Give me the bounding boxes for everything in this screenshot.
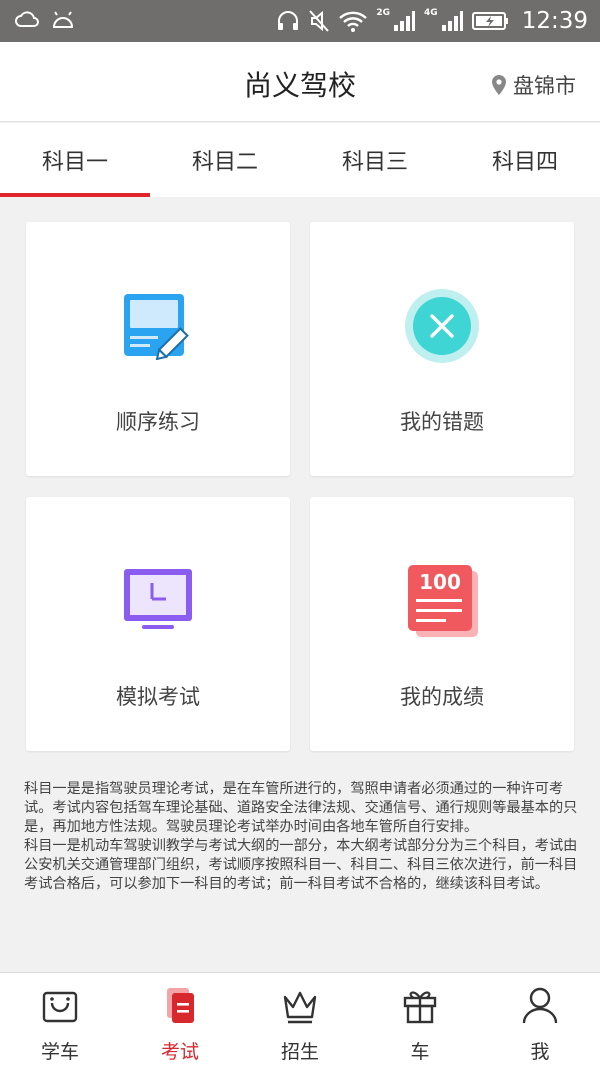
score-badge: 100 (419, 570, 461, 594)
wifi-icon (339, 11, 368, 32)
network-4g-label: 4G (424, 8, 438, 18)
shopping-bag-icon (42, 991, 78, 1023)
exam-papers-icon (167, 988, 194, 1023)
signal-icon (441, 11, 463, 31)
headphones-icon (278, 11, 299, 30)
mock-exam-card[interactable]: 模拟考试 (26, 497, 290, 751)
nav-label: 招生 (280, 1041, 319, 1063)
gift-box-icon (403, 991, 437, 1024)
order-practice-card[interactable]: 顺序练习 (26, 222, 290, 476)
subject-description: 科目一是是指驾驶员理论考试，是在车管所进行的，驾照申请者必须通过的一种许可考试。… (24, 780, 580, 894)
tab-label: 科目一 (41, 150, 108, 175)
card-label: 我的错题 (400, 410, 484, 434)
card-label: 我的成绩 (400, 685, 484, 709)
nav-label: 我 (530, 1041, 550, 1063)
tab-label: 科目四 (491, 150, 558, 175)
city-label: 盘锦市 (513, 74, 576, 98)
nav-item-car[interactable]: 车 (360, 973, 480, 1067)
nav-label: 考试 (160, 1041, 199, 1063)
nav-label: 车 (410, 1041, 430, 1063)
monitor-clock-icon (124, 569, 192, 629)
card-label: 顺序练习 (116, 410, 200, 434)
nav-item-exam[interactable]: 考试 (120, 973, 240, 1067)
score-sheet-icon: 100 (408, 565, 478, 637)
clock: 12:39 (521, 8, 588, 34)
app-header: 尚义驾校 盘锦市 (0, 42, 600, 122)
android-icon (52, 11, 74, 28)
tab-subject-4[interactable]: 科目四 (450, 123, 600, 197)
cloud-icon (15, 11, 39, 27)
nav-item-recruit[interactable]: 招生 (240, 973, 360, 1067)
tab-label: 科目二 (191, 150, 258, 175)
x-circle-icon (405, 289, 479, 363)
description-paragraph: 科目一是机动车驾驶训教学与考试大纲的一部分，本大纲考试部分分为三个科目，考试由公… (24, 838, 578, 892)
active-tab-indicator (0, 193, 150, 197)
bottom-nav: 学车 考试 招生 车 我 (0, 972, 600, 1067)
nav-item-learn[interactable]: 学车 (0, 973, 120, 1067)
nav-item-me[interactable]: 我 (480, 973, 600, 1067)
crown-icon (283, 991, 317, 1024)
status-bar: 2G 4G 12:39 (0, 0, 600, 42)
person-icon (522, 987, 558, 1024)
description-paragraph: 科目一是是指驾驶员理论考试，是在车管所进行的，驾照申请者必须通过的一种许可考试。… (24, 781, 578, 835)
tab-subject-2[interactable]: 科目二 (150, 123, 300, 197)
battery-charging-icon (471, 12, 508, 30)
tab-subject-1[interactable]: 科目一 (0, 123, 150, 197)
my-scores-card[interactable]: 100 我的成绩 (310, 497, 574, 751)
tab-subject-3[interactable]: 科目三 (300, 123, 450, 197)
my-mistakes-card[interactable]: 我的错题 (310, 222, 574, 476)
city-selector[interactable]: 盘锦市 (491, 70, 576, 100)
nav-label: 学车 (40, 1041, 79, 1063)
subject-tabs: 科目一 科目二 科目三 科目四 (0, 123, 600, 197)
tab-label: 科目三 (341, 150, 408, 175)
signal-icon (394, 11, 416, 31)
notebook-pencil-icon (124, 294, 189, 360)
card-label: 模拟考试 (116, 685, 200, 709)
mute-icon (309, 10, 330, 32)
network-2g-label: 2G (376, 8, 391, 18)
location-pin-icon (492, 75, 506, 95)
